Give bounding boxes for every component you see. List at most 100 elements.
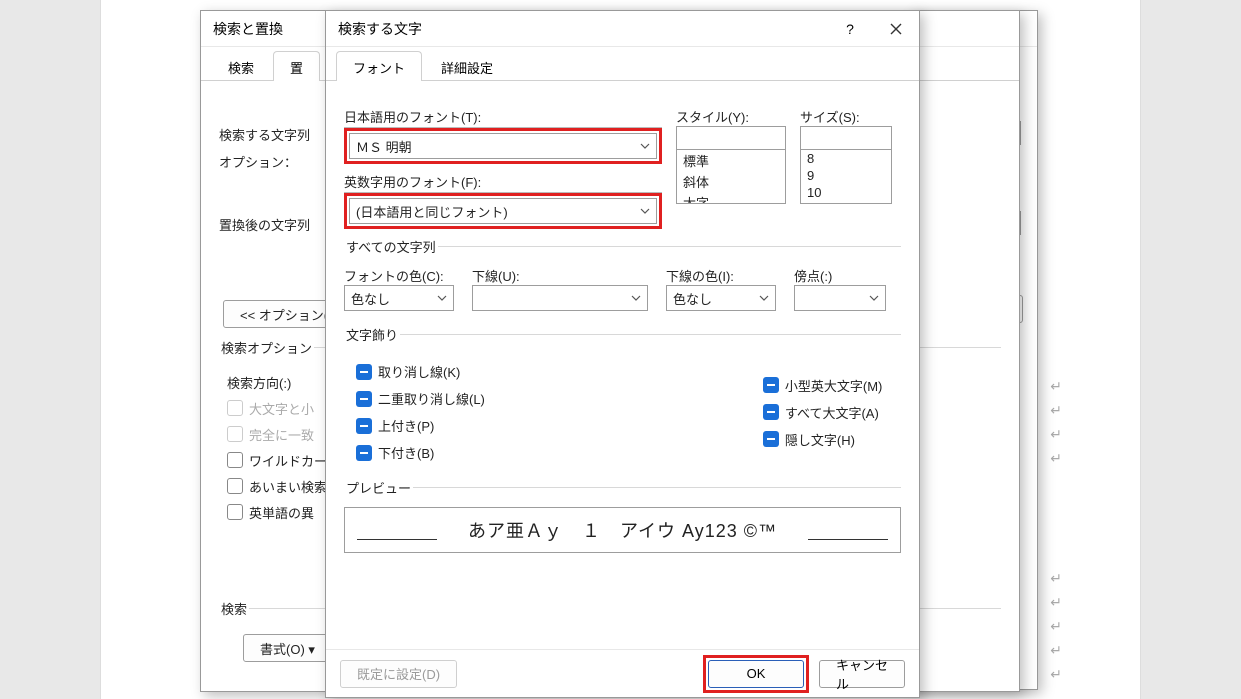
checkbox[interactable]: [227, 452, 243, 468]
preview-text: あア亜Ａｙ １ アイウ Ay123 ©™: [468, 517, 777, 543]
ok-highlight: OK: [703, 655, 809, 693]
all-caps-label: すべて大文字(A): [785, 403, 879, 422]
case-checkbox-label: 大文字と小: [249, 399, 314, 418]
style-input[interactable]: [676, 126, 786, 150]
font-dialog: 検索する文字 ? フォント 詳細設定 日本語用のフォント(T): ＭＳ 明朝 英…: [325, 10, 920, 698]
preview-group: プレビュー あア亜Ａｙ １ アイウ Ay123 ©™: [344, 478, 901, 559]
tab-advanced[interactable]: 詳細設定: [424, 51, 510, 81]
dialog-title: 検索と置換: [213, 19, 283, 39]
tab-search[interactable]: 検索: [211, 51, 271, 81]
tristate-checkbox[interactable]: [763, 377, 779, 393]
underline-combo[interactable]: [472, 285, 648, 311]
format-button[interactable]: 書式(O) ▾: [243, 634, 332, 662]
underline-color-label: 下線の色(I):: [666, 266, 776, 285]
size-label: サイズ(S):: [800, 107, 892, 126]
style-listbox[interactable]: 標準 斜体 太字: [676, 150, 786, 204]
chevron-down-icon: [759, 295, 769, 301]
font-color-label: フォントの色(C):: [344, 266, 454, 285]
help-button[interactable]: ?: [827, 11, 873, 47]
list-item[interactable]: 斜体: [677, 171, 785, 192]
english-word-checkbox-label: 英単語の異: [249, 503, 314, 522]
font-color-value: 色なし: [351, 289, 390, 308]
preview-rule: [357, 539, 437, 540]
size-listbox[interactable]: 8 9 10: [800, 150, 892, 204]
set-default-button: 既定に設定(D): [340, 660, 457, 688]
para-mark: ↵: [1050, 618, 1062, 636]
direction-label: 検索方向(:): [227, 373, 291, 392]
checkbox: [227, 426, 243, 442]
underline-color-value: 色なし: [673, 289, 712, 308]
underline-label: 下線(U):: [472, 266, 648, 285]
list-item[interactable]: 8: [801, 150, 891, 167]
jp-font-value: ＭＳ 明朝: [356, 137, 412, 156]
checkbox[interactable]: [227, 478, 243, 494]
all-text-group: すべての文字列 フォントの色(C): 色なし 下線(U):: [344, 237, 901, 317]
close-button[interactable]: [873, 11, 919, 47]
tristate-checkbox[interactable]: [356, 391, 372, 407]
ok-button[interactable]: OK: [708, 660, 804, 688]
en-font-label: 英数字用のフォント(F):: [344, 172, 662, 193]
close-icon: [890, 23, 902, 35]
list-item[interactable]: 9: [801, 167, 891, 184]
tristate-checkbox[interactable]: [763, 431, 779, 447]
jp-font-label: 日本語用のフォント(T):: [344, 107, 662, 128]
para-mark: ↵: [1050, 642, 1062, 660]
strike-label: 取り消し線(K): [378, 362, 460, 381]
tristate-checkbox[interactable]: [356, 445, 372, 461]
dialog-footer: 既定に設定(D) OK キャンセル: [326, 649, 919, 697]
en-font-highlight: (日本語用と同じフォント): [344, 193, 662, 229]
hidden-label: 隠し文字(H): [785, 430, 855, 449]
dialog-title: 検索する文字: [338, 19, 422, 39]
tristate-checkbox[interactable]: [356, 418, 372, 434]
para-mark: ↵: [1050, 402, 1062, 420]
all-text-legend: すべての文字列: [344, 237, 438, 256]
double-strike-label: 二重取り消し線(L): [378, 389, 485, 408]
superscript-label: 上付き(P): [378, 416, 434, 435]
para-mark: ↵: [1050, 378, 1062, 396]
style-label: スタイル(Y):: [676, 107, 786, 126]
list-item[interactable]: 10: [801, 184, 891, 201]
chevron-down-icon: [631, 295, 641, 301]
font-color-combo[interactable]: 色なし: [344, 285, 454, 311]
preview-rule: [808, 539, 888, 540]
exact-checkbox-label: 完全に一致: [249, 425, 314, 444]
decoration-legend: 文字飾り: [344, 325, 400, 344]
page-paragraph-marks: ↵ ↵ ↵ ↵ ↵ ↵ ↵ ↵ ↵: [1050, 0, 1140, 699]
chevron-down-icon: [869, 295, 879, 301]
search-legend: 検索: [219, 599, 249, 618]
chevron-down-icon: [437, 295, 447, 301]
jp-font-highlight: ＭＳ 明朝: [344, 128, 662, 164]
tab-font[interactable]: フォント: [336, 51, 422, 81]
checkbox: [227, 400, 243, 416]
subscript-label: 下付き(B): [378, 443, 434, 462]
tab-replace[interactable]: 置: [273, 51, 320, 81]
para-mark: ↵: [1050, 450, 1062, 468]
fuzzy-checkbox-label: あいまい検索: [249, 477, 327, 496]
list-item[interactable]: 標準: [677, 150, 785, 171]
en-font-value: (日本語用と同じフォント): [356, 202, 508, 221]
emphasis-combo[interactable]: [794, 285, 886, 311]
underline-color-combo[interactable]: 色なし: [666, 285, 776, 311]
para-mark: ↵: [1050, 570, 1062, 588]
wildcard-checkbox-label: ワイルドカー: [249, 451, 327, 470]
jp-font-combo[interactable]: ＭＳ 明朝: [349, 133, 657, 159]
list-item[interactable]: 太字: [677, 192, 785, 204]
chevron-down-icon: [640, 208, 650, 214]
emphasis-label: 傍点(:): [794, 266, 886, 285]
en-font-combo[interactable]: (日本語用と同じフォント): [349, 198, 657, 224]
para-mark: ↵: [1050, 594, 1062, 612]
size-input[interactable]: [800, 126, 892, 150]
cancel-button[interactable]: キャンセル: [819, 660, 905, 688]
search-options-legend: 検索オプション: [219, 338, 314, 357]
para-mark: ↵: [1050, 666, 1062, 684]
decoration-group: 文字飾り 取り消し線(K) 二重取り消し線(L) 上付き(P) 下付き(B) 小…: [344, 325, 901, 474]
tristate-checkbox[interactable]: [356, 364, 372, 380]
tristate-checkbox[interactable]: [763, 404, 779, 420]
para-mark: ↵: [1050, 426, 1062, 444]
tab-row: フォント 詳細設定: [326, 47, 919, 81]
small-caps-label: 小型英大文字(M): [785, 376, 883, 395]
preview-box: あア亜Ａｙ １ アイウ Ay123 ©™: [344, 507, 901, 553]
preview-legend: プレビュー: [344, 478, 413, 497]
checkbox[interactable]: [227, 504, 243, 520]
chevron-down-icon: [640, 143, 650, 149]
